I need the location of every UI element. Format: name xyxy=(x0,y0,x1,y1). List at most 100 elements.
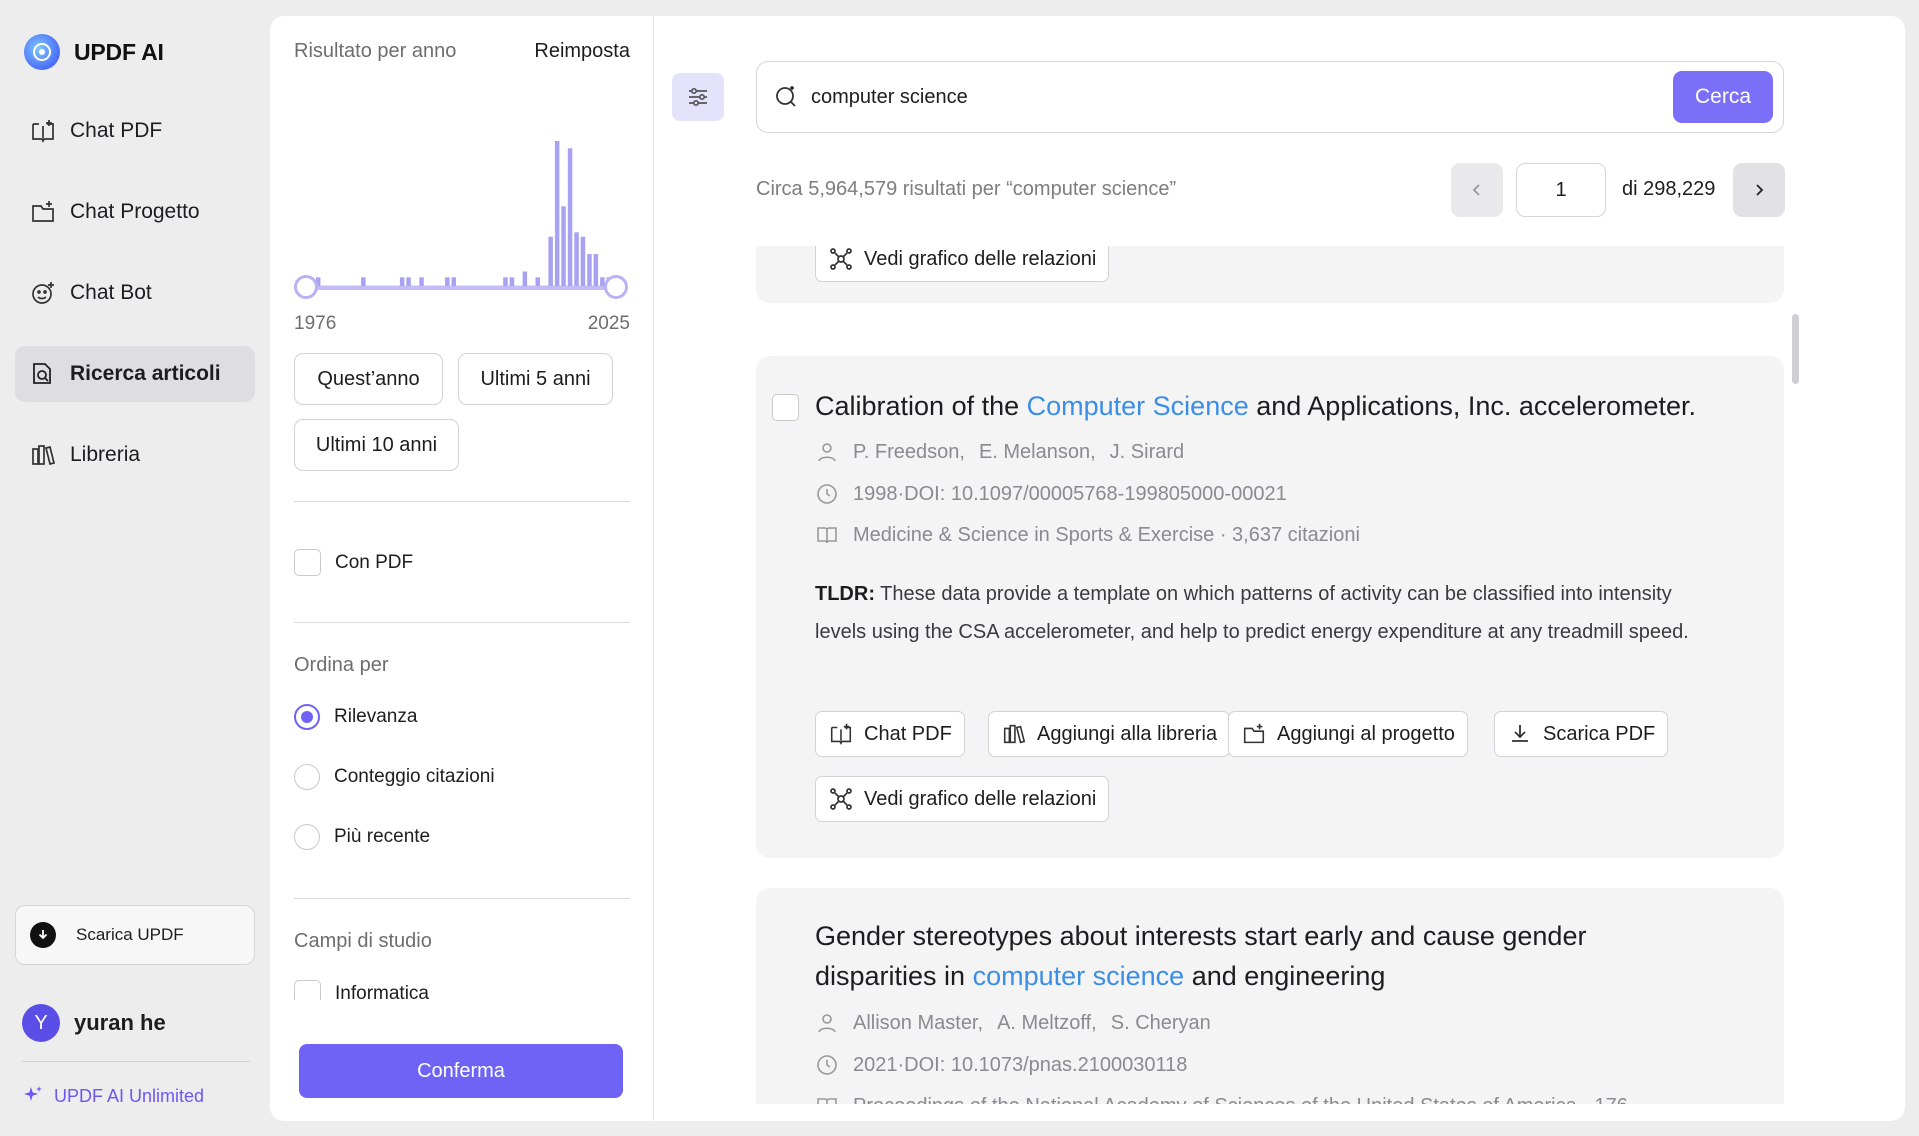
year-min-label: 1976 xyxy=(294,313,337,334)
download-pdf-button[interactable]: Scarica PDF xyxy=(1494,711,1669,757)
sidebar-divider xyxy=(22,1061,250,1062)
download-label: Scarica UPDF xyxy=(76,925,184,944)
page-number-input[interactable] xyxy=(1516,163,1606,217)
fields-list: Informatica xyxy=(294,976,630,1000)
title-highlight: computer science xyxy=(972,961,1185,991)
download-updf-button[interactable]: Scarica UPDF xyxy=(15,905,255,965)
radio-selected[interactable] xyxy=(294,704,320,730)
sidebar-item-label: Chat Bot xyxy=(70,281,152,304)
upgrade-unlimited-link[interactable]: UPDF AI Unlimited xyxy=(22,1085,204,1107)
radio[interactable] xyxy=(294,764,320,790)
relations-graph-button[interactable]: Vedi grafico delle relazioni xyxy=(815,246,1110,282)
year-range-start-handle[interactable] xyxy=(294,275,318,299)
author[interactable]: Allison Master, xyxy=(853,1012,983,1035)
tldr-label: TLDR: xyxy=(815,583,875,605)
result-title[interactable]: Calibration of the Computer Science and … xyxy=(815,386,1765,426)
divider xyxy=(294,898,630,899)
year-range-track[interactable] xyxy=(306,286,616,290)
action-label: Chat PDF xyxy=(864,722,952,745)
year-max-label: 2025 xyxy=(587,313,630,334)
user-profile[interactable]: Y yuran he xyxy=(22,1004,166,1042)
result-title[interactable]: Gender stereotypes about interests start… xyxy=(815,916,1675,996)
journal: Proceedings of the National Academy of S… xyxy=(853,1095,1628,1105)
chevron-right-icon xyxy=(1756,184,1764,196)
with-pdf-checkbox[interactable] xyxy=(294,549,321,576)
result-select-checkbox[interactable] xyxy=(772,394,799,421)
result-card: Calibration of the Computer Science and … xyxy=(756,356,1784,858)
sort-option-relevance[interactable]: Rilevanza xyxy=(294,704,417,730)
sort-option-citations[interactable]: Conteggio citazioni xyxy=(294,764,495,790)
divider xyxy=(294,501,630,502)
histogram-bar xyxy=(554,141,560,286)
histogram-bar xyxy=(561,206,566,286)
divider xyxy=(294,622,630,623)
title-text: and Applications, Inc. accelerometer. xyxy=(1248,391,1696,421)
histogram-bar xyxy=(535,277,540,286)
sidebar-item-label: Chat Progetto xyxy=(70,200,200,223)
user-name: yuran he xyxy=(74,1010,166,1035)
person-icon xyxy=(818,443,836,462)
sparkle-icon xyxy=(24,1086,42,1101)
action-label: Vedi grafico delle relazioni xyxy=(864,247,1097,270)
author[interactable]: P. Freedson, xyxy=(853,441,965,464)
relations-graph-button[interactable]: Vedi grafico delle relazioni xyxy=(815,776,1110,822)
search-bar: Cerca xyxy=(756,61,1784,133)
library-icon xyxy=(32,445,56,466)
prev-page-button[interactable] xyxy=(1451,163,1503,217)
sidebar-item-libreria[interactable]: Libreria xyxy=(15,427,255,483)
chat-pdf-button[interactable]: Chat PDF xyxy=(815,711,965,757)
add-to-library-button[interactable]: Aggiungi alla libreria xyxy=(988,711,1231,757)
sidebar-item-chat-pdf[interactable]: Chat PDF xyxy=(15,103,255,159)
tldr-summary: TLDR: These data provide a template on w… xyxy=(815,575,1715,651)
confirm-button[interactable]: Conferma xyxy=(299,1044,623,1098)
year-range-end-handle[interactable] xyxy=(604,275,628,299)
filter-panel: Risultato per anno Reimposta 1976 2025 Q… xyxy=(270,16,654,1121)
histogram-bar xyxy=(574,232,579,286)
preset-last-10-years-button[interactable]: Ultimi 10 anni xyxy=(294,419,459,471)
brand-name: UPDF AI xyxy=(74,38,164,65)
download-icon xyxy=(1512,725,1528,742)
title-highlight: Computer Science xyxy=(1026,391,1249,421)
year-filter-header: Risultato per anno Reimposta xyxy=(294,40,630,63)
year-filter-title: Risultato per anno xyxy=(294,40,457,62)
preset-last-5-years-button[interactable]: Ultimi 5 anni xyxy=(458,353,613,405)
histogram-bar xyxy=(509,277,515,286)
preset-this-year-button[interactable]: Quest’anno xyxy=(294,353,443,405)
action-label: Aggiungi al progetto xyxy=(1277,722,1455,745)
bot-face-icon xyxy=(32,282,54,304)
author[interactable]: J. Sirard xyxy=(1110,441,1184,464)
author[interactable]: E. Melanson, xyxy=(979,441,1096,464)
sort-option-label: Conteggio citazioni xyxy=(334,766,495,787)
author[interactable]: S. Cheryan xyxy=(1111,1012,1211,1035)
add-to-project-button[interactable]: Aggiungi al progetto xyxy=(1228,711,1468,757)
search-icon xyxy=(776,86,796,107)
histogram-bar xyxy=(522,271,528,286)
date-doi: 1998·DOI: 10.1097/00005768-199805000-000… xyxy=(853,482,1287,505)
field-option-informatica[interactable]: Informatica xyxy=(294,980,429,1000)
radio[interactable] xyxy=(294,824,320,850)
book-chat-icon xyxy=(32,120,54,143)
sidebar-item-chat-progetto[interactable]: Chat Progetto xyxy=(15,184,255,240)
search-button[interactable]: Cerca xyxy=(1673,71,1773,123)
folder-plus-icon xyxy=(1243,723,1265,744)
sort-option-recent[interactable]: Più recente xyxy=(294,824,430,850)
filter-toggle-button[interactable] xyxy=(672,73,724,121)
histogram-bar xyxy=(567,148,573,286)
search-input[interactable] xyxy=(811,85,1673,109)
title-text: Calibration of the xyxy=(815,391,1027,421)
sidebar-item-ricerca-articoli[interactable]: Ricerca articoli xyxy=(15,346,255,402)
action-label: Scarica PDF xyxy=(1543,722,1656,745)
histogram-bar xyxy=(593,254,599,286)
histogram-bar xyxy=(503,277,508,286)
fields-title: Campi di studio xyxy=(294,930,432,952)
with-pdf-filter[interactable]: Con PDF xyxy=(294,549,413,576)
author[interactable]: A. Meltzoff, xyxy=(997,1012,1097,1035)
brand[interactable]: UPDF AI xyxy=(24,34,164,70)
authors-row: Allison Master, A. Meltzoff, S. Cheryan xyxy=(815,1011,1211,1035)
sort-option-label: Rilevanza xyxy=(334,706,418,727)
reset-button[interactable]: Reimposta xyxy=(534,40,630,63)
field-checkbox[interactable] xyxy=(294,980,321,1000)
histogram-bar xyxy=(361,277,366,286)
next-page-button[interactable] xyxy=(1733,163,1785,217)
sidebar-item-chat-bot[interactable]: Chat Bot xyxy=(15,265,255,321)
